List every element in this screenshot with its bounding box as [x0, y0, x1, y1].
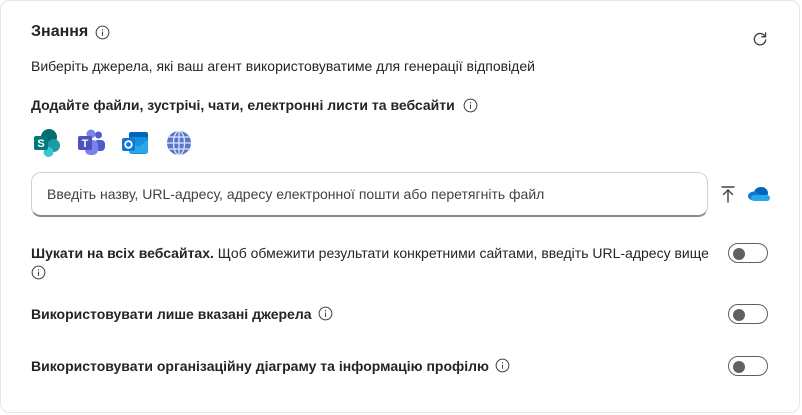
refresh-icon[interactable]	[750, 29, 770, 49]
sharepoint-icon[interactable]: S	[31, 127, 63, 159]
source-apps: S T	[31, 127, 195, 159]
toggle-knob	[733, 309, 745, 321]
info-icon[interactable]	[318, 306, 333, 321]
svg-text:S: S	[37, 138, 44, 150]
toggle-knob	[733, 248, 745, 260]
info-icon[interactable]	[463, 98, 478, 113]
outlook-icon[interactable]	[119, 127, 151, 159]
sources-header: Додайте файли, зустрічі, чати, електронн…	[31, 97, 478, 113]
toggle-knob	[733, 361, 745, 373]
option-all-websites: Шукати на всіх вебсайтах. Щоб обмежити р…	[31, 243, 711, 283]
org-chart-toggle[interactable]	[728, 356, 768, 376]
all-websites-toggle[interactable]	[728, 243, 768, 263]
option-specified-sources: Використовувати лише вказані джерела	[31, 304, 333, 324]
option-label-bold: Використовувати організаційну діаграму т…	[31, 358, 490, 374]
info-icon[interactable]	[495, 358, 510, 373]
knowledge-header: Знання	[31, 23, 110, 41]
knowledge-subtitle: Виберіть джерела, які ваш агент використ…	[31, 58, 535, 74]
source-search-input[interactable]	[47, 186, 707, 202]
info-icon[interactable]	[95, 25, 110, 40]
search-box[interactable]	[31, 172, 708, 217]
info-icon[interactable]	[31, 265, 46, 280]
knowledge-card: Знання Виберіть джерела, які ваш агент в…	[0, 0, 800, 413]
svg-text:T: T	[82, 138, 89, 150]
globe-icon[interactable]	[163, 127, 195, 159]
onedrive-icon[interactable]	[747, 185, 771, 203]
teams-icon[interactable]: T	[75, 127, 107, 159]
option-label-bold: Використовувати лише вказані джерела	[31, 306, 312, 322]
option-label-description: Щоб обмежити результати конкретними сайт…	[213, 245, 709, 261]
knowledge-title: Знання	[31, 23, 89, 40]
sources-title: Додайте файли, зустрічі, чати, електронн…	[31, 97, 455, 113]
option-org-chart: Використовувати організаційну діаграму т…	[31, 356, 510, 376]
specified-sources-toggle[interactable]	[728, 304, 768, 324]
upload-icon[interactable]	[717, 183, 739, 205]
option-label-bold: Шукати на всіх вебсайтах.	[31, 245, 214, 261]
option-info-line	[31, 263, 711, 283]
